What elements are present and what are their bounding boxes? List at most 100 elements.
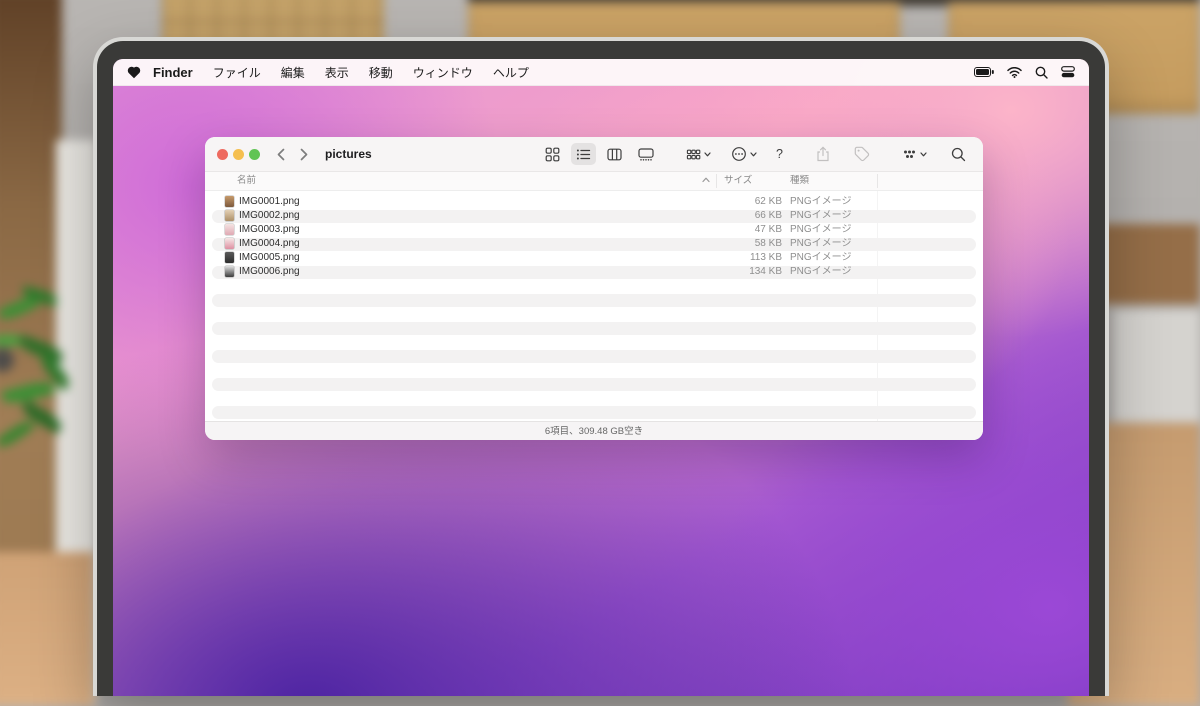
file-size: 62 KB <box>635 195 782 209</box>
wifi-icon[interactable] <box>1007 67 1022 78</box>
file-name: IMG0003.png <box>239 223 300 237</box>
group-button[interactable] <box>681 143 716 165</box>
file-row[interactable]: IMG0002.png 66 KB PNGイメージ <box>205 209 983 223</box>
column-header-size[interactable]: サイズ <box>724 172 752 190</box>
chevron-down-icon <box>750 152 757 157</box>
empty-row <box>205 335 983 349</box>
search-icon[interactable] <box>1035 66 1048 79</box>
forward-button[interactable] <box>300 148 308 161</box>
laptop-screen: Finder ファイル 編集 表示 移動 ウィンドウ ヘルプ <box>93 37 1109 696</box>
tag-icon <box>854 146 870 162</box>
column-view-button[interactable] <box>602 143 627 165</box>
chevron-down-icon <box>704 152 711 157</box>
empty-row <box>205 349 983 363</box>
file-kind: PNGイメージ <box>790 265 851 279</box>
more-options-icon <box>731 146 747 162</box>
empty-row <box>205 363 983 377</box>
tag-button[interactable] <box>849 143 875 165</box>
file-kind: PNGイメージ <box>790 223 851 237</box>
empty-row <box>205 321 983 335</box>
icon-view-button[interactable] <box>540 143 565 165</box>
chevron-down-icon <box>920 152 927 157</box>
search-icon <box>951 147 966 162</box>
file-row[interactable]: IMG0003.png 47 KB PNGイメージ <box>205 223 983 237</box>
file-size: 113 KB <box>635 251 782 265</box>
list-header: 名前 サイズ 種類 <box>205 172 983 191</box>
empty-row <box>205 307 983 321</box>
file-row[interactable]: IMG0005.png 113 KB PNGイメージ <box>205 251 983 265</box>
file-list: IMG0001.png 62 KB PNGイメージ IMG0002.png 66… <box>205 191 983 421</box>
close-button[interactable] <box>217 149 228 160</box>
file-row[interactable]: IMG0004.png 58 KB PNGイメージ <box>205 237 983 251</box>
menu-status-icons <box>974 66 1075 79</box>
minimize-button[interactable] <box>233 149 244 160</box>
gray-box-right <box>1114 310 1200 422</box>
menu-item-view[interactable]: 表示 <box>325 64 349 81</box>
column-divider[interactable] <box>716 174 717 188</box>
traffic-lights <box>217 149 260 160</box>
status-text: 6項目、309.48 GB空き <box>545 426 643 437</box>
file-kind: PNGイメージ <box>790 237 851 251</box>
heart-icon[interactable] <box>127 66 141 79</box>
sort-ascending-icon <box>702 177 710 183</box>
desktop-wallpaper: Finder ファイル 編集 表示 移動 ウィンドウ ヘルプ <box>113 59 1089 696</box>
file-kind: PNGイメージ <box>790 195 851 209</box>
file-kind: PNGイメージ <box>790 209 851 223</box>
empty-row <box>205 391 983 405</box>
empty-row <box>205 405 983 419</box>
file-size: 66 KB <box>635 209 782 223</box>
file-name: IMG0001.png <box>239 195 300 209</box>
file-name: IMG0004.png <box>239 237 300 251</box>
column-divider[interactable] <box>877 174 878 188</box>
file-size: 58 KB <box>635 237 782 251</box>
file-thumbnail-icon <box>225 210 234 221</box>
empty-row <box>205 279 983 293</box>
group-icon <box>686 147 701 162</box>
column-header-name[interactable]: 名前 <box>237 172 256 190</box>
menu-item-edit[interactable]: 編集 <box>281 64 305 81</box>
file-thumbnail-icon <box>225 224 234 235</box>
status-bar: 6項目、309.48 GB空き <box>205 421 983 440</box>
help-button[interactable]: ? <box>772 147 787 161</box>
file-thumbnail-icon <box>225 252 234 263</box>
menu-item-go[interactable]: 移動 <box>369 64 393 81</box>
file-row[interactable]: IMG0006.png 134 KB PNGイメージ <box>205 265 983 279</box>
dots-icon <box>902 148 917 161</box>
nav-buttons <box>277 148 308 161</box>
back-button[interactable] <box>277 148 285 161</box>
title-bar[interactable]: pictures <box>205 137 983 172</box>
file-name: IMG0002.png <box>239 209 300 223</box>
more-options-button[interactable] <box>726 143 762 165</box>
finder-window: pictures <box>205 137 983 440</box>
file-row[interactable]: IMG0001.png 62 KB PNGイメージ <box>205 195 983 209</box>
menu-item-help[interactable]: ヘルプ <box>493 64 529 81</box>
zoom-button[interactable] <box>249 149 260 160</box>
empty-row <box>205 377 983 391</box>
window-title: pictures <box>325 147 372 161</box>
file-thumbnail-icon <box>225 196 234 207</box>
file-size: 47 KB <box>635 223 782 237</box>
control-center-icon[interactable] <box>1061 66 1075 78</box>
menu-app-name[interactable]: Finder <box>153 65 193 80</box>
battery-icon[interactable] <box>974 67 994 77</box>
file-thumbnail-icon <box>225 266 234 277</box>
file-name: IMG0006.png <box>239 265 300 279</box>
empty-row <box>205 293 983 307</box>
desk-left <box>0 552 94 706</box>
file-size: 134 KB <box>635 265 782 279</box>
menu-bar: Finder ファイル 編集 表示 移動 ウィンドウ ヘルプ <box>113 59 1089 86</box>
menu-item-window[interactable]: ウィンドウ <box>413 64 473 81</box>
box-on-right-shelf <box>1096 224 1200 304</box>
gallery-view-button[interactable] <box>633 143 659 165</box>
list-view-button[interactable] <box>571 143 596 165</box>
share-icon <box>816 146 830 162</box>
menu-item-file[interactable]: ファイル <box>213 64 261 81</box>
share-button[interactable] <box>811 143 835 165</box>
window-search-button[interactable] <box>946 143 971 165</box>
dots-button[interactable] <box>897 143 932 165</box>
file-name: IMG0005.png <box>239 251 300 265</box>
file-thumbnail-icon <box>225 238 234 249</box>
file-kind: PNGイメージ <box>790 251 851 265</box>
column-header-kind[interactable]: 種類 <box>790 172 809 190</box>
toolbar: ? <box>540 143 971 165</box>
